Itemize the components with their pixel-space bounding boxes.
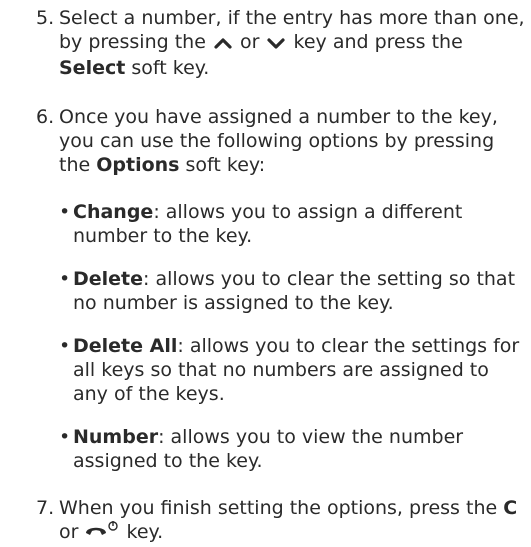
step-text: Select a number, if the entry has more t…: [59, 6, 531, 80]
step-number: 6.: [36, 106, 55, 128]
step-5: 5. Select a number, if the entry has mor…: [36, 6, 531, 80]
step-text-part: key and press the: [293, 31, 463, 53]
step-text-end: key.: [126, 521, 164, 543]
step-text-or: or: [239, 31, 260, 53]
step-text-part: When you finish setting the options, pre…: [59, 497, 498, 519]
step-7: 7. When you finish setting the options, …: [36, 496, 531, 546]
select-soft-key-label: Select: [59, 57, 126, 79]
step-number: 7.: [36, 497, 55, 519]
step-text-or: or: [59, 521, 79, 543]
option-item-number: • Number: allows you to view the number …: [59, 425, 529, 473]
end-call-power-icon: [84, 520, 120, 546]
option-name: Delete All: [73, 335, 178, 357]
chevron-up-icon: [212, 32, 234, 56]
option-name: Delete: [73, 268, 144, 290]
step-text: Once you have assigned a number to the k…: [59, 105, 531, 177]
step-text: When you finish setting the options, pre…: [59, 496, 531, 546]
options-soft-key-label: Options: [96, 154, 180, 176]
step-text-end: soft key.: [131, 57, 210, 79]
bullet: •: [59, 268, 71, 290]
option-item-delete-all: • Delete All: allows you to clear the se…: [59, 334, 529, 406]
option-item-change: • Change: allows you to assign a differe…: [59, 200, 529, 248]
chevron-down-icon: [265, 32, 287, 56]
bullet: •: [59, 426, 71, 448]
bullet: •: [59, 335, 71, 357]
step-text-end: soft key:: [185, 154, 266, 176]
step-6: 6. Once you have assigned a number to th…: [36, 105, 531, 177]
step-number: 5.: [36, 7, 55, 29]
c-key-label: C: [503, 497, 518, 519]
bullet: •: [59, 201, 71, 223]
option-name: Number: [73, 426, 159, 448]
option-item-delete: • Delete: allows you to clear the settin…: [59, 267, 529, 315]
manual-page: 5. Select a number, if the entry has mor…: [0, 0, 531, 547]
option-name: Change: [73, 201, 154, 223]
